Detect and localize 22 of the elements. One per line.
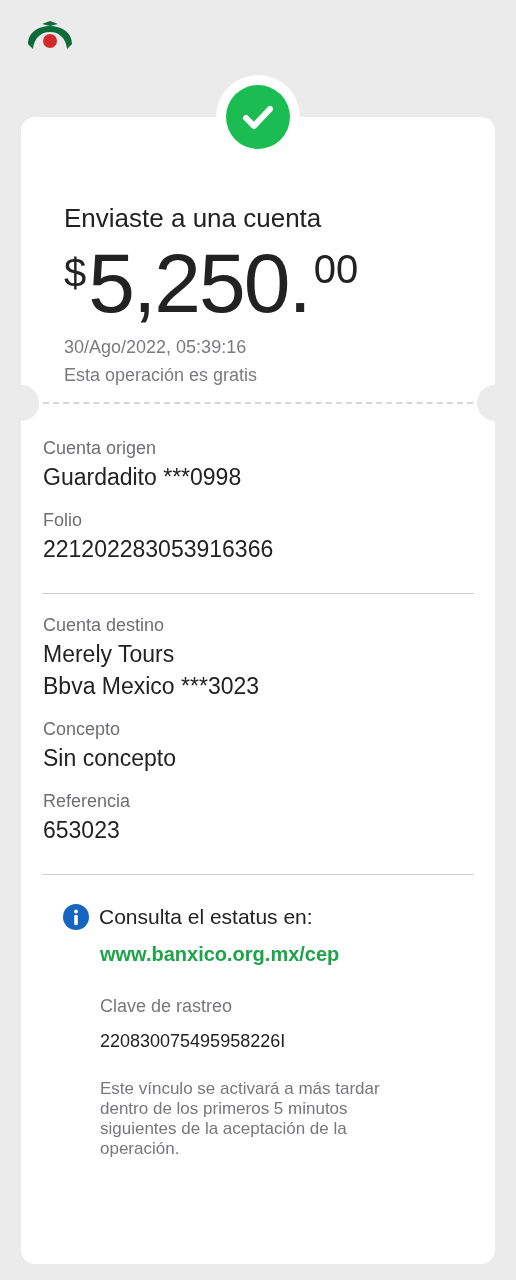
field-value: 221202283053916366 <box>43 535 275 564</box>
tracking-label: Clave de rastreo <box>100 994 234 1018</box>
field-value: Guardadito ***0998 <box>43 463 243 492</box>
status-heading: Consulta el estatus en: <box>99 904 313 930</box>
field-label: Referencia <box>43 790 132 813</box>
field-label: Folio <box>43 509 83 532</box>
field-label: Concepto <box>43 718 122 741</box>
banxico-link[interactable]: www.banxico.org.mx/cep <box>100 938 455 969</box>
info-icon <box>63 903 89 930</box>
check-icon <box>226 85 290 149</box>
date-time: 30/Ago/2022, 05:39:16 <box>64 336 248 359</box>
field-value: Bbva Mexico ***3023 <box>43 672 261 701</box>
fee-note: Esta operación es gratis <box>64 364 259 387</box>
activation-note: Este vínculo se activará a más tardar dentro de los primeros 5 minutos siguientes de la aceptación de la operación. <box>100 1078 381 1159</box>
field-label: Cuenta destino <box>43 614 166 637</box>
field-value: Merely Tours <box>43 640 176 669</box>
field-value: 653023 <box>43 816 121 845</box>
tracking-value: 220830075495958226I <box>100 1029 287 1053</box>
field-value: Sin concepto <box>43 744 177 773</box>
logo-icon <box>25 20 75 52</box>
field-label: Cuenta origen <box>43 437 158 460</box>
transfer-title: Enviaste a una cuenta <box>64 202 323 235</box>
